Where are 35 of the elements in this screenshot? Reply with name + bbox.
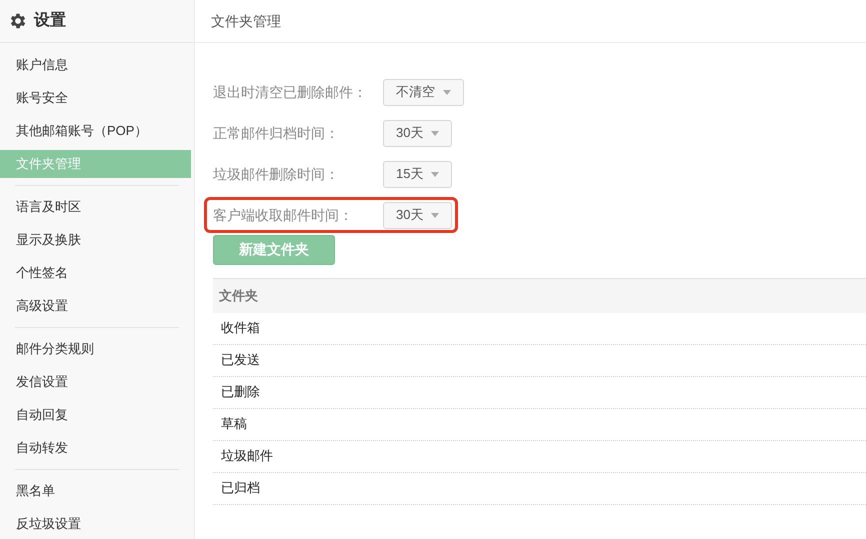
sidebar-item[interactable]: 自动回复: [0, 401, 191, 429]
sidebar-item[interactable]: 黑名单: [0, 477, 191, 505]
sidebar-item[interactable]: 显示及换肤: [0, 226, 191, 254]
dropdown[interactable]: 30天: [383, 120, 452, 146]
sidebar-item[interactable]: 个性签名: [0, 259, 191, 287]
setting-label: 正常邮件归档时间：: [213, 124, 340, 142]
sidebar-item[interactable]: 语言及时区: [0, 193, 191, 221]
table-cell[interactable]: 已归档: [213, 472, 866, 504]
setting-label: 退出时清空已删除邮件：: [213, 82, 368, 102]
setting-label: 垃圾邮件删除时间：: [213, 164, 340, 184]
caret-icon: [431, 212, 440, 218]
settings-icon: [8, 11, 28, 31]
table-cell[interactable]: 草稿: [213, 408, 866, 440]
sidebar-item[interactable]: 反垃圾设置: [0, 510, 191, 538]
caret-icon: [443, 90, 451, 94]
table-cell[interactable]: 已发送: [213, 344, 866, 376]
sidebar-item[interactable]: 发信设置: [0, 368, 191, 396]
dropdown[interactable]: 不清空: [383, 78, 464, 106]
caret-icon: [431, 130, 440, 136]
sidebar-title: 设置: [34, 10, 66, 31]
sidebar-item[interactable]: 账号安全: [0, 84, 191, 112]
sidebar-item[interactable]: 邮件分类规则: [0, 335, 191, 363]
setting-label: 客户端收取邮件时间：: [213, 206, 354, 224]
sidebar-item[interactable]: 高级设置: [0, 292, 191, 320]
table-cell[interactable]: 垃圾邮件: [213, 440, 866, 472]
sidebar-item[interactable]: 自动转发: [0, 434, 191, 462]
sidebar-item[interactable]: 其他邮箱账号（POP）: [0, 117, 191, 145]
page-title: 文件夹管理: [211, 12, 281, 30]
caret-icon: [431, 172, 440, 176]
dropdown[interactable]: 30天: [383, 202, 452, 228]
column-header: 文件夹: [213, 278, 866, 312]
dropdown[interactable]: 15天: [383, 160, 452, 188]
table-cell[interactable]: 收件箱: [213, 312, 866, 344]
sidebar-item[interactable]: 账户信息: [0, 51, 191, 79]
table-cell[interactable]: 已删除: [213, 376, 866, 408]
